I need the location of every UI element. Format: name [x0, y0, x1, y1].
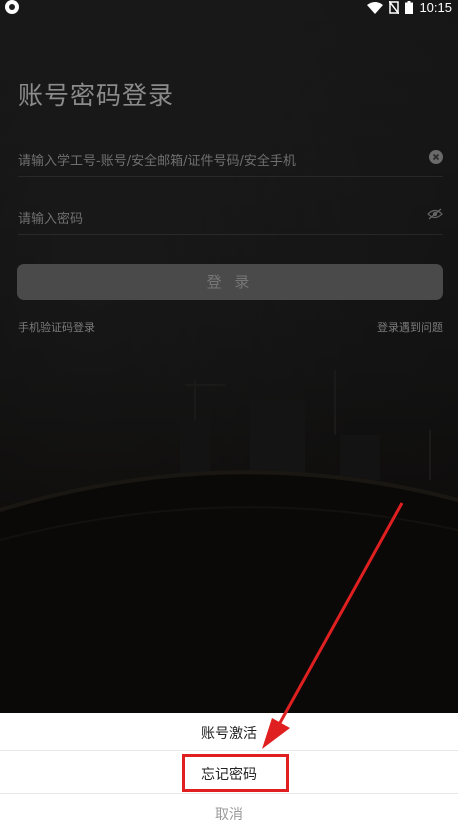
- account-placeholder: 请输入学工号-账号/安全邮箱/证件号码/安全手机: [18, 154, 296, 169]
- wifi-icon: [367, 1, 384, 14]
- login-screen: 10:15 账号密码登录 请输入学工号-账号/安全邮箱/证件号码/安全手机 请输…: [0, 0, 458, 820]
- dim-overlay: [0, 0, 458, 820]
- eye-hidden-icon[interactable]: [427, 208, 443, 220]
- status-time: 10:15: [419, 0, 452, 15]
- cancel-option[interactable]: 取消: [0, 804, 458, 820]
- account-underline: [18, 176, 443, 177]
- clear-icon[interactable]: [429, 150, 443, 164]
- login-problem-link[interactable]: 登录遇到问题: [377, 319, 443, 335]
- password-placeholder: 请输入密码: [18, 212, 84, 227]
- annotation-highlight-box: [182, 754, 289, 792]
- status-right: 10:15: [367, 0, 452, 15]
- password-field[interactable]: 请输入密码: [18, 202, 443, 230]
- app-status-icon: [5, 0, 19, 14]
- activate-account-option[interactable]: 账号激活: [0, 723, 458, 743]
- sheet-divider: [0, 750, 458, 751]
- sheet-divider: [0, 793, 458, 794]
- page-title: 账号密码登录: [18, 81, 175, 110]
- status-bar: 10:15: [0, 0, 458, 16]
- battery-icon: [405, 1, 414, 14]
- account-field[interactable]: 请输入学工号-账号/安全邮箱/证件号码/安全手机: [18, 144, 443, 172]
- password-underline: [18, 234, 443, 235]
- no-sim-icon: [389, 1, 400, 14]
- login-button[interactable]: 登 录: [17, 264, 443, 300]
- sms-login-link[interactable]: 手机验证码登录: [18, 319, 95, 335]
